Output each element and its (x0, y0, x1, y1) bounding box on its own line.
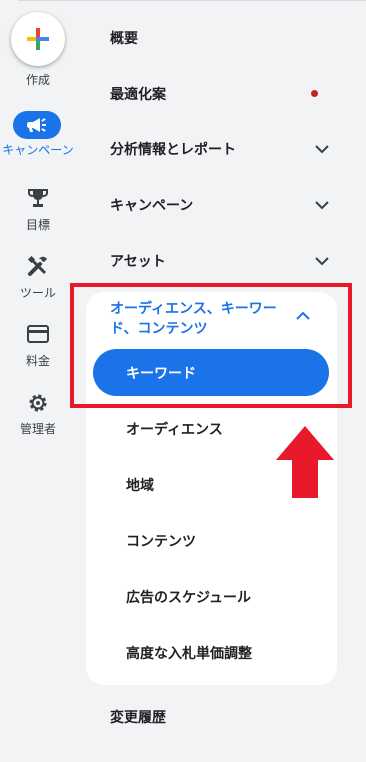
highlight-annotation-box (70, 283, 352, 408)
chevron-down-icon (315, 201, 329, 210)
nav-item-label: 最適化案 (110, 86, 166, 102)
goals-nav-button[interactable] (22, 186, 54, 210)
nav-item-change-history[interactable]: 変更履歴 (110, 707, 166, 727)
nav-item-label: アセット (110, 253, 166, 269)
billing-nav-label: 料金 (25, 354, 50, 368)
admin-nav-button[interactable] (22, 391, 54, 415)
chevron-down-icon (315, 257, 329, 266)
nav-item-campaigns[interactable]: キャンペーン (76, 177, 338, 233)
nav-item-assets[interactable]: アセット (76, 233, 338, 289)
nav-item-label: キャンペーン (110, 197, 194, 213)
nav-item-label: 分析情報とレポート (110, 141, 236, 157)
notification-dot (311, 90, 318, 97)
tools-icon (27, 255, 47, 276)
sub-item-ad-schedule[interactable]: 広告のスケジュール (126, 587, 251, 607)
sub-item-content[interactable]: コンテンツ (126, 531, 196, 551)
nav-item-label: 概要 (110, 30, 138, 46)
nav-item-recommendations[interactable]: 最適化案 (76, 66, 338, 122)
campaigns-nav-label: キャンペーン (2, 143, 74, 157)
plus-icon (27, 28, 49, 50)
arrow-up-annotation-icon (276, 426, 334, 498)
nav-item-overview[interactable]: 概要 (76, 10, 338, 66)
sub-item-audiences[interactable]: オーディエンス (126, 419, 223, 439)
tools-nav-label: ツール (19, 286, 56, 300)
admin-nav-label: 管理者 (19, 422, 56, 436)
billing-nav-button[interactable] (22, 322, 54, 346)
megaphone-icon (27, 118, 46, 132)
gear-icon (29, 394, 47, 412)
left-rail: 作成 キャンペーン 目標 ツール 料金 管理者 (0, 0, 76, 762)
campaigns-nav-button[interactable] (13, 111, 61, 139)
create-button[interactable] (11, 12, 65, 66)
create-label: 作成 (25, 73, 50, 87)
chevron-down-icon (315, 145, 329, 154)
sub-item-advanced-bid-adjustments[interactable]: 高度な入札単価調整 (126, 643, 252, 663)
credit-card-icon (27, 325, 49, 343)
tools-nav-button[interactable] (22, 254, 54, 278)
sub-item-locations[interactable]: 地域 (126, 475, 154, 495)
nav-item-insights-reports[interactable]: 分析情報とレポート (76, 121, 338, 177)
trophy-icon (28, 189, 48, 207)
goals-nav-label: 目標 (25, 218, 50, 232)
